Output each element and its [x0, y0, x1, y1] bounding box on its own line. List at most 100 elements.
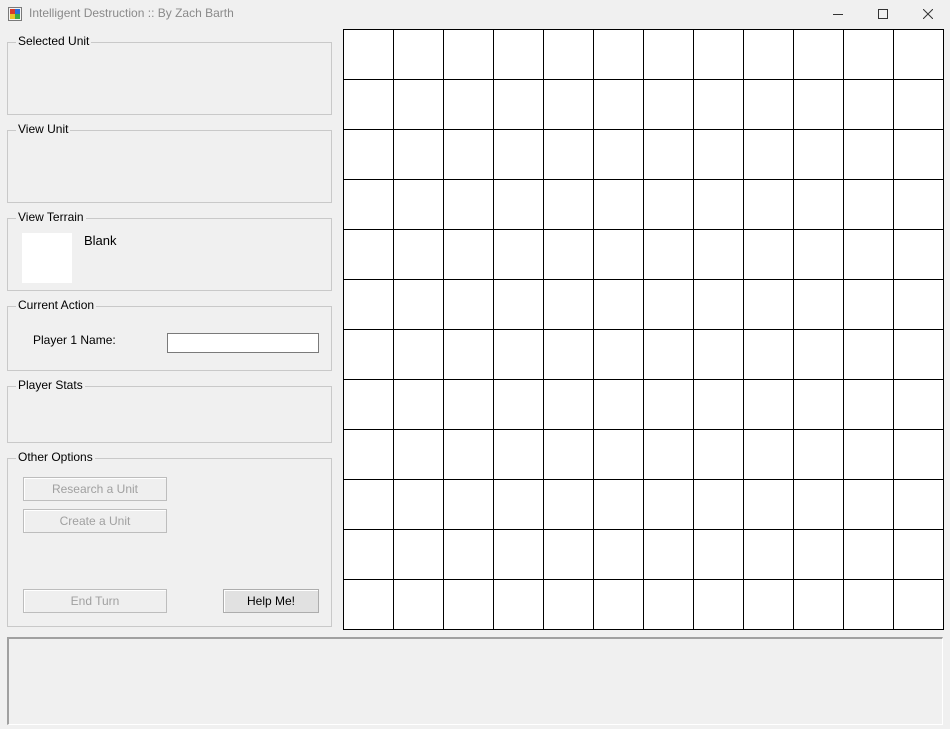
board-cell[interactable] — [844, 530, 893, 579]
board-cell[interactable] — [744, 180, 793, 229]
board-cell[interactable] — [744, 330, 793, 379]
board-cell[interactable] — [394, 330, 443, 379]
board-cell[interactable] — [494, 330, 543, 379]
board-cell[interactable] — [694, 130, 743, 179]
board-cell[interactable] — [344, 380, 393, 429]
board-cell[interactable] — [544, 180, 593, 229]
board-cell[interactable] — [494, 180, 543, 229]
board-cell[interactable] — [594, 430, 643, 479]
board-cell[interactable] — [794, 480, 843, 529]
board-cell[interactable] — [544, 330, 593, 379]
player-name-input[interactable] — [167, 333, 319, 353]
board-cell[interactable] — [444, 430, 493, 479]
board-cell[interactable] — [444, 530, 493, 579]
board-cell[interactable] — [394, 180, 443, 229]
maximize-button[interactable] — [860, 0, 905, 27]
board-cell[interactable] — [794, 380, 843, 429]
board-cell[interactable] — [344, 530, 393, 579]
board-cell[interactable] — [744, 80, 793, 129]
board-cell[interactable] — [744, 30, 793, 79]
board-cell[interactable] — [594, 230, 643, 279]
board-cell[interactable] — [644, 230, 693, 279]
board-cell[interactable] — [794, 230, 843, 279]
board-cell[interactable] — [394, 280, 443, 329]
board-cell[interactable] — [444, 30, 493, 79]
create-unit-button[interactable]: Create a Unit — [23, 509, 167, 533]
board-cell[interactable] — [644, 530, 693, 579]
board-cell[interactable] — [894, 330, 943, 379]
board-cell[interactable] — [594, 280, 643, 329]
research-unit-button[interactable]: Research a Unit — [23, 477, 167, 501]
board-cell[interactable] — [344, 180, 393, 229]
board-cell[interactable] — [344, 30, 393, 79]
board-cell[interactable] — [494, 430, 543, 479]
board-cell[interactable] — [794, 330, 843, 379]
board-cell[interactable] — [894, 480, 943, 529]
board-cell[interactable] — [644, 80, 693, 129]
board-cell[interactable] — [844, 480, 893, 529]
board-cell[interactable] — [494, 530, 543, 579]
board-cell[interactable] — [694, 330, 743, 379]
board-cell[interactable] — [394, 230, 443, 279]
board-cell[interactable] — [494, 230, 543, 279]
board-cell[interactable] — [644, 180, 693, 229]
board-cell[interactable] — [894, 430, 943, 479]
board-cell[interactable] — [894, 130, 943, 179]
end-turn-button[interactable]: End Turn — [23, 589, 167, 613]
board-cell[interactable] — [794, 130, 843, 179]
board-cell[interactable] — [544, 530, 593, 579]
game-board[interactable] — [343, 29, 944, 630]
board-cell[interactable] — [394, 130, 443, 179]
board-cell[interactable] — [594, 380, 643, 429]
board-cell[interactable] — [894, 30, 943, 79]
board-cell[interactable] — [494, 380, 543, 429]
board-cell[interactable] — [644, 330, 693, 379]
board-cell[interactable] — [894, 80, 943, 129]
board-cell[interactable] — [544, 430, 593, 479]
board-cell[interactable] — [694, 580, 743, 629]
board-cell[interactable] — [644, 130, 693, 179]
close-button[interactable] — [905, 0, 950, 27]
board-cell[interactable] — [844, 430, 893, 479]
board-cell[interactable] — [544, 80, 593, 129]
board-cell[interactable] — [694, 80, 743, 129]
board-cell[interactable] — [544, 230, 593, 279]
board-cell[interactable] — [444, 380, 493, 429]
board-cell[interactable] — [344, 330, 393, 379]
board-cell[interactable] — [694, 30, 743, 79]
board-cell[interactable] — [344, 80, 393, 129]
board-cell[interactable] — [644, 480, 693, 529]
board-cell[interactable] — [844, 330, 893, 379]
board-cell[interactable] — [444, 330, 493, 379]
board-cell[interactable] — [544, 130, 593, 179]
board-cell[interactable] — [894, 230, 943, 279]
board-cell[interactable] — [644, 30, 693, 79]
board-cell[interactable] — [444, 480, 493, 529]
board-cell[interactable] — [494, 130, 543, 179]
board-cell[interactable] — [894, 180, 943, 229]
board-cell[interactable] — [594, 530, 643, 579]
board-cell[interactable] — [794, 280, 843, 329]
board-cell[interactable] — [844, 30, 893, 79]
board-cell[interactable] — [394, 480, 443, 529]
board-cell[interactable] — [344, 280, 393, 329]
board-cell[interactable] — [494, 80, 543, 129]
board-cell[interactable] — [394, 530, 443, 579]
board-cell[interactable] — [794, 80, 843, 129]
board-cell[interactable] — [744, 580, 793, 629]
help-button[interactable]: Help Me! — [223, 589, 319, 613]
board-cell[interactable] — [344, 230, 393, 279]
board-cell[interactable] — [544, 380, 593, 429]
board-cell[interactable] — [794, 580, 843, 629]
board-cell[interactable] — [494, 480, 543, 529]
board-cell[interactable] — [894, 530, 943, 579]
board-cell[interactable] — [844, 130, 893, 179]
board-cell[interactable] — [894, 580, 943, 629]
minimize-button[interactable] — [815, 0, 860, 27]
board-cell[interactable] — [444, 280, 493, 329]
board-cell[interactable] — [594, 180, 643, 229]
board-cell[interactable] — [544, 30, 593, 79]
board-cell[interactable] — [794, 30, 843, 79]
board-cell[interactable] — [494, 580, 543, 629]
board-cell[interactable] — [894, 280, 943, 329]
